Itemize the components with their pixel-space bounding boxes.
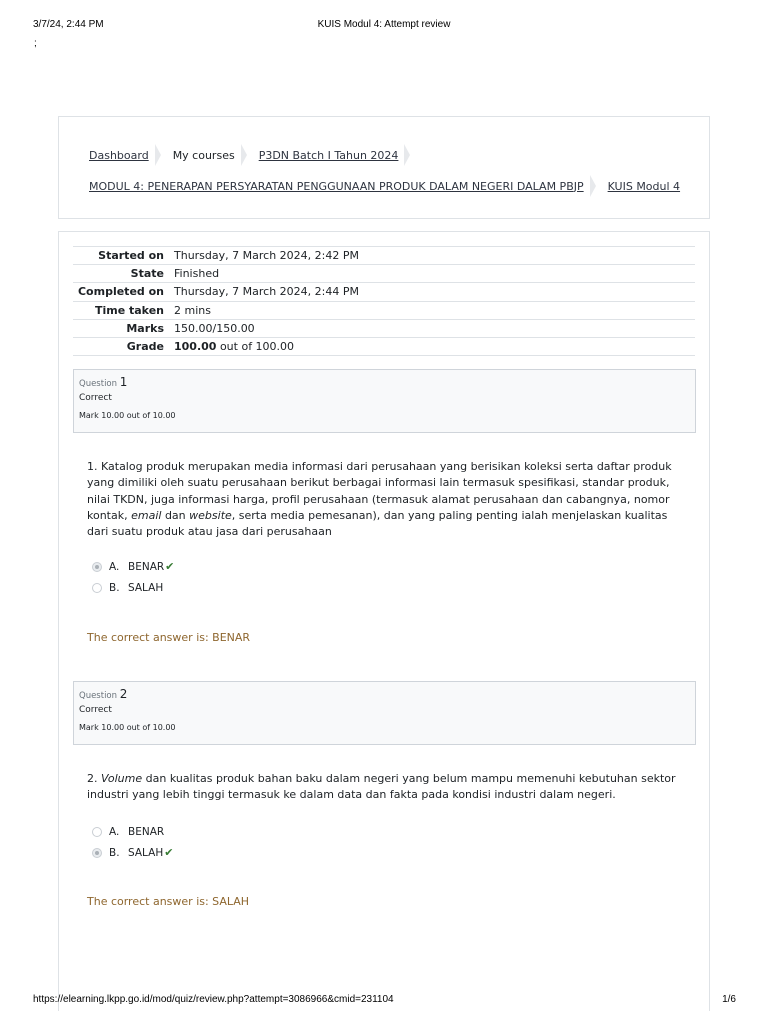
summary-label: Marks — [126, 321, 164, 335]
breadcrumb: Dashboard My courses P3DN Batch I Tahun … — [89, 144, 422, 166]
question-mark: Mark 10.00 out of 10.00 — [79, 411, 176, 420]
breadcrumb-row-2: MODUL 4: PENERAPAN PERSYARATAN PENGGUNAA… — [89, 175, 680, 197]
question-text-part: dan — [161, 508, 190, 522]
answer-letter: B. — [109, 581, 120, 594]
question-number: 2 — [119, 687, 128, 701]
summary-row-started-on: Started on Thursday, 7 March 2024, 2:42 … — [73, 246, 695, 265]
breadcrumb-separator — [154, 144, 161, 166]
summary-label: State — [130, 267, 164, 281]
question-text-italic: website — [189, 508, 232, 522]
question-text-italic: Volume — [101, 772, 143, 785]
print-page-number: 1/6 — [722, 994, 736, 1005]
grade-total: out of 100.00 — [216, 340, 295, 354]
answer-letter: A. — [109, 825, 120, 838]
answer-option: A. BENAR — [92, 821, 173, 842]
question-text-part: 2. — [87, 772, 101, 785]
print-header: 3/7/24, 2:44 PM KUIS Modul 4: Attempt re… — [0, 0, 768, 49]
summary-row-state: State Finished — [73, 264, 695, 283]
summary-row-completed-on: Completed on Thursday, 7 March 2024, 2:4… — [73, 282, 695, 301]
attempt-summary-table: Started on Thursday, 7 March 2024, 2:42 … — [73, 246, 695, 356]
answer-option: A. BENAR ✔ — [92, 556, 174, 577]
question-state: Correct — [79, 393, 112, 403]
question-text: 2. Volume dan kualitas produk bahan baku… — [87, 771, 677, 804]
question-label: Question — [79, 691, 120, 701]
radio-button[interactable] — [92, 582, 102, 593]
print-mark: ; — [34, 38, 37, 49]
answer-text: SALAH — [128, 846, 164, 859]
breadcrumb-card: Dashboard My courses P3DN Batch I Tahun … — [58, 116, 710, 219]
answer-letter: A. — [109, 560, 120, 573]
breadcrumb-separator — [404, 144, 411, 166]
summary-value: 150.00/150.00 — [174, 321, 255, 335]
correct-check-icon: ✔ — [165, 560, 175, 573]
answer-text: BENAR — [128, 560, 165, 573]
question-text-part: dan kualitas produk bahan baku dalam neg… — [87, 772, 676, 802]
breadcrumb-quiz[interactable]: KUIS Modul 4 — [608, 180, 680, 193]
summary-label: Time taken — [94, 303, 164, 317]
summary-row-grade: Grade 100.00 out of 100.00 — [73, 337, 695, 356]
question-info: Question 1 Correct Mark 10.00 out of 10.… — [73, 369, 696, 433]
grade-value: 100.00 — [174, 340, 217, 354]
answer-text: SALAH — [128, 581, 164, 594]
answer-option: B. SALAH ✔ — [92, 842, 173, 863]
radio-button[interactable] — [92, 561, 102, 572]
breadcrumb-module[interactable]: MODUL 4: PENERAPAN PERSYARATAN PENGGUNAA… — [89, 180, 584, 193]
radio-button[interactable] — [92, 847, 102, 858]
answer-letter: B. — [109, 846, 120, 859]
attempt-review-card: Started on Thursday, 7 March 2024, 2:42 … — [58, 231, 710, 1011]
breadcrumb-separator — [589, 175, 596, 197]
summary-value: Finished — [174, 267, 220, 281]
question-state: Correct — [79, 705, 112, 715]
question-number: 1 — [119, 375, 128, 389]
radio-button[interactable] — [92, 826, 102, 837]
print-title: KUIS Modul 4: Attempt review — [317, 19, 451, 30]
summary-label: Started on — [98, 249, 164, 263]
correct-answer-feedback: The correct answer is: SALAH — [87, 895, 250, 908]
question-text-italic: email — [131, 508, 162, 522]
breadcrumb-separator — [240, 144, 247, 166]
summary-label: Completed on — [77, 285, 164, 299]
summary-value: 2 mins — [174, 303, 211, 317]
summary-row-marks: Marks 150.00/150.00 — [73, 319, 695, 337]
question-label: Question — [79, 379, 120, 389]
correct-check-icon: ✔ — [164, 846, 174, 859]
summary-value: Thursday, 7 March 2024, 2:42 PM — [174, 249, 359, 263]
correct-answer-feedback: The correct answer is: BENAR — [87, 631, 251, 644]
print-url: https://elearning.lkpp.go.id/mod/quiz/re… — [33, 994, 394, 1005]
answer-list: A. BENAR B. SALAH ✔ — [92, 821, 173, 863]
question-text: 1. Katalog produk merupakan media inform… — [87, 459, 677, 540]
breadcrumb-dashboard[interactable]: Dashboard — [89, 149, 149, 162]
answer-list: A. BENAR ✔ B. SALAH — [92, 556, 174, 598]
question-mark: Mark 10.00 out of 10.00 — [79, 723, 176, 732]
summary-label: Grade — [126, 340, 164, 354]
breadcrumb-course[interactable]: P3DN Batch I Tahun 2024 — [259, 149, 399, 162]
summary-value: 100.00 out of 100.00 — [174, 337, 695, 355]
summary-row-time-taken: Time taken 2 mins — [73, 301, 695, 319]
answer-text: BENAR — [128, 825, 165, 838]
breadcrumb-my-courses: My courses — [172, 148, 235, 162]
answer-option: B. SALAH — [92, 577, 174, 598]
question-info: Question 2 Correct Mark 10.00 out of 10.… — [73, 681, 696, 745]
summary-value: Thursday, 7 March 2024, 2:44 PM — [174, 285, 359, 299]
